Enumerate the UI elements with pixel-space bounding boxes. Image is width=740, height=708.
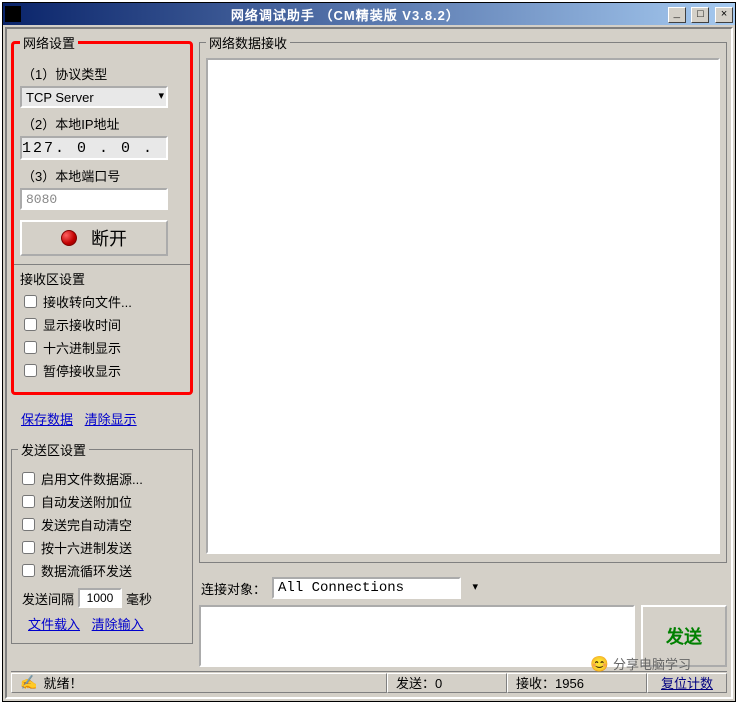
file-source-checkbox[interactable] (22, 472, 35, 485)
window-title: 网络调试助手 （CM精装版 V3.8.2） (25, 5, 666, 24)
titlebar[interactable]: 网络调试助手 （CM精装版 V3.8.2） _ □ × (3, 3, 735, 25)
send-row: 发送 (199, 605, 727, 667)
show-recv-time-checkbox[interactable] (24, 318, 37, 331)
hex-display-checkbox[interactable] (24, 341, 37, 354)
connection-row: 连接对象： (199, 577, 727, 599)
disconnect-label: 断开 (91, 225, 127, 251)
status-recv-text: 接收：1956 (516, 673, 584, 692)
ready-icon: ✍ (20, 674, 37, 691)
recv-options-legend: 接收区设置 (20, 269, 184, 288)
record-icon (61, 230, 77, 246)
send-textarea[interactable] (199, 605, 635, 667)
recv-area-group: 网络数据接收 (199, 33, 727, 563)
app-window: 网络调试助手 （CM精装版 V3.8.2） _ □ × 网络设置 （1）协议类型… (2, 2, 736, 702)
local-ip-input[interactable] (20, 136, 168, 160)
recv-to-file-checkbox[interactable] (24, 295, 37, 308)
local-ip-label: （2）本地IP地址 (22, 114, 184, 133)
disconnect-button[interactable]: 断开 (20, 220, 168, 256)
hex-display-label: 十六进制显示 (43, 338, 121, 357)
local-port-label: （3）本地端口号 (22, 166, 184, 185)
interval-input[interactable] (78, 588, 122, 608)
recv-links: 保存数据 清除显示 (17, 409, 193, 428)
send-options-legend: 发送区设置 (18, 440, 89, 459)
left-panel: 网络设置 （1）协议类型 （2）本地IP地址 （3）本地端口号 断开 (11, 33, 193, 667)
loop-send-checkbox[interactable] (22, 564, 35, 577)
network-settings-legend: 网络设置 (20, 33, 78, 52)
status-send-text: 发送：0 (396, 673, 442, 692)
status-recv-cell: 接收：1956 (507, 673, 647, 693)
protocol-select[interactable] (20, 86, 168, 108)
connection-label: 连接对象： (201, 579, 266, 598)
close-button[interactable]: × (715, 7, 733, 23)
status-ready-text: 就绪！ (43, 673, 82, 692)
recv-to-file-label: 接收转向文件... (43, 292, 132, 311)
protocol-label: （1）协议类型 (22, 64, 184, 83)
status-ready-cell: ✍ 就绪！ (11, 673, 387, 693)
recv-area-legend: 网络数据接收 (206, 33, 290, 52)
hex-send-label: 按十六进制发送 (41, 538, 132, 557)
auto-append-checkbox[interactable] (22, 495, 35, 508)
reset-count-button[interactable]: 复位计数 (647, 673, 727, 693)
reset-count-label: 复位计数 (661, 673, 713, 692)
auto-clear-label: 发送完自动清空 (41, 515, 132, 534)
connection-select[interactable] (272, 577, 461, 599)
statusbar: ✍ 就绪！ 发送：0 接收：1956 复位计数 (11, 671, 727, 693)
send-options-group: 发送区设置 启用文件数据源... 自动发送附加位 发送完自动清空 按十六进制发送… (11, 440, 193, 644)
interval-unit: 毫秒 (126, 589, 152, 608)
right-panel: 网络数据接收 连接对象： 发送 (199, 33, 727, 667)
hex-send-checkbox[interactable] (22, 541, 35, 554)
save-data-link[interactable]: 保存数据 (21, 412, 73, 427)
network-settings-group: 网络设置 （1）协议类型 （2）本地IP地址 （3）本地端口号 断开 (11, 33, 193, 395)
file-load-link[interactable]: 文件载入 (28, 617, 80, 632)
auto-append-label: 自动发送附加位 (41, 492, 132, 511)
auto-clear-checkbox[interactable] (22, 518, 35, 531)
clear-input-link[interactable]: 清除输入 (92, 617, 144, 632)
recv-textarea[interactable] (206, 58, 720, 554)
app-icon (5, 6, 21, 22)
pause-recv-checkbox[interactable] (24, 364, 37, 377)
local-port-input[interactable] (20, 188, 168, 210)
minimize-button[interactable]: _ (668, 7, 686, 23)
show-recv-time-label: 显示接收时间 (43, 315, 121, 334)
clear-display-link[interactable]: 清除显示 (85, 412, 137, 427)
status-send-cell: 发送：0 (387, 673, 507, 693)
pause-recv-label: 暂停接收显示 (43, 361, 121, 380)
interval-label: 发送间隔 (22, 589, 74, 608)
client-area: 网络设置 （1）协议类型 （2）本地IP地址 （3）本地端口号 断开 (5, 27, 733, 699)
maximize-button[interactable]: □ (691, 7, 709, 23)
send-button[interactable]: 发送 (641, 605, 727, 667)
loop-send-label: 数据流循环发送 (41, 561, 132, 580)
file-source-label: 启用文件数据源... (41, 469, 143, 488)
